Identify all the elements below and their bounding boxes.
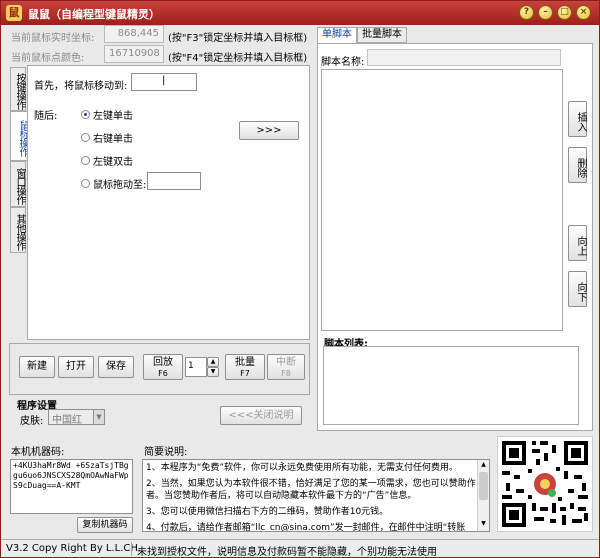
title-bar[interactable]: 鼠 鼠鼠（自编程型键鼠精灵） ? – □ ×: [1, 1, 599, 25]
version-text: V3.2 Copy Right By L.L.CH.: [6, 543, 141, 554]
tab-other-ops[interactable]: 其他操作: [10, 207, 26, 253]
move-to-label: 首先，将鼠标移动到:: [34, 81, 128, 92]
drag-target-input[interactable]: [147, 172, 201, 190]
replay-label: 回放: [153, 357, 173, 368]
skin-value: 中国红: [52, 415, 82, 426]
stop-key: F8: [281, 369, 291, 378]
radio-drag-to[interactable]: 鼠标拖动至:: [81, 176, 146, 191]
delete-button[interactable]: 删除: [568, 147, 587, 183]
save-button[interactable]: 保存: [98, 356, 134, 378]
maximize-icon[interactable]: □: [557, 5, 572, 20]
insert-action-button[interactable]: >>>: [239, 121, 299, 140]
script-name-input[interactable]: [367, 49, 561, 66]
mouse-ops-panel: [27, 65, 310, 340]
radio-unchecked-icon: [81, 156, 90, 165]
scroll-up-icon[interactable]: ▲: [479, 461, 488, 470]
replay-button[interactable]: 回放 F6: [143, 354, 183, 380]
insert-button[interactable]: 插入: [568, 101, 587, 137]
window-title: 鼠鼠（自编程型键鼠精灵）: [28, 8, 160, 21]
radio-checked-icon: [81, 110, 90, 119]
brief-line: 2、当然，如果您认为本软件很不错，恰好满足了您的某一项需求，您也可以赞助作者。当…: [146, 479, 476, 501]
main-window: 鼠 鼠鼠（自编程型键鼠精灵） ? – □ × 当前鼠标实时坐标: 868,445…: [0, 0, 600, 558]
radio-double-click[interactable]: 左键双击: [81, 153, 133, 168]
scroll-thumb[interactable]: [479, 472, 488, 500]
brief-label: 简要说明:: [144, 447, 188, 458]
spin-up-icon[interactable]: ▲: [207, 357, 219, 367]
tab-single-script[interactable]: 单脚本: [317, 27, 357, 44]
stop-button[interactable]: 中断 F8: [267, 354, 305, 380]
license-status-text: 未找到授权文件，说明信息及付款码暂不能隐藏，个别功能无法使用: [137, 547, 437, 558]
color-label: 当前鼠标点颜色:: [11, 53, 85, 64]
batch-key: F7: [240, 369, 250, 378]
tab-mouse-ops[interactable]: 鼠标操作: [10, 111, 28, 161]
radio-right-click[interactable]: 右键单击: [81, 130, 133, 145]
help-icon[interactable]: ?: [519, 5, 534, 20]
brief-line: 4、付款后，请给作者邮箱“llc_cn@sina.com”发一封邮件，在邮件中注…: [146, 523, 466, 532]
minimize-icon[interactable]: –: [538, 5, 553, 20]
scroll-down-icon[interactable]: ▼: [479, 520, 488, 529]
repeat-count-input[interactable]: 1: [185, 357, 207, 377]
radio-left-click[interactable]: 左键单击: [81, 107, 133, 122]
spin-down-icon[interactable]: ▼: [207, 367, 219, 377]
color-readout: 16710908: [104, 45, 164, 63]
radio-unchecked-icon: [81, 133, 90, 142]
wechat-qr-code: [497, 436, 593, 532]
replay-key: F6: [158, 369, 168, 378]
brief-scrollbar[interactable]: ▲ ▼: [477, 460, 489, 531]
batch-label: 批量: [235, 357, 255, 368]
machine-code-box[interactable]: +4KU3haMr8Wd +6SzaTsjTBggu6uo6JNSCXS28Qm…: [10, 459, 133, 514]
close-icon[interactable]: ×: [576, 5, 591, 20]
status-divider: [131, 542, 132, 556]
then-label: 随后:: [34, 111, 58, 122]
brief-line: 1、本程序为“免费”软件，你可以永远免费使用所有功能，无需支付任何费用。: [146, 463, 459, 473]
tab-key-ops[interactable]: 按键操作: [10, 67, 26, 111]
mouse-app-icon: 鼠: [6, 5, 22, 21]
chevron-down-icon: ▼: [93, 410, 104, 424]
qr-code-icon: [498, 437, 592, 531]
brief-description: 1、本程序为“免费”软件，你可以永远免费使用所有功能，无需支付任何费用。 2、当…: [142, 459, 490, 532]
coord-readout: 868,445: [104, 25, 164, 43]
skin-select[interactable]: 中国红 ▼: [48, 409, 105, 426]
move-up-button[interactable]: 向上: [568, 225, 587, 261]
script-list[interactable]: [323, 346, 579, 425]
tab-batch-script[interactable]: 批量脚本: [357, 27, 407, 43]
color-hint: (按"F4"锁定坐标并填入目标框): [168, 53, 308, 64]
script-name-label: 脚本名称:: [321, 57, 365, 68]
stop-label: 中断: [276, 357, 296, 368]
status-bar: V3.2 Copy Right By L.L.CH. 未找到授权文件，说明信息及…: [1, 539, 599, 558]
coord-hint: (按"F3"锁定坐标并填入目标框): [168, 33, 308, 44]
move-down-button[interactable]: 向下: [568, 271, 587, 307]
brief-line: 3、您可以使用微信扫描右下方的二维码，赞助作者10元钱。: [146, 507, 389, 517]
batch-button[interactable]: 批量 F7: [225, 354, 265, 380]
move-target-input[interactable]: |: [131, 73, 197, 91]
skin-label: 皮肤:: [20, 416, 44, 427]
coord-label: 当前鼠标实时坐标:: [11, 33, 95, 44]
close-help-button[interactable]: <<<关闭说明: [220, 406, 302, 425]
copy-machine-code-button[interactable]: 复制机器码: [77, 517, 133, 533]
new-button[interactable]: 新建: [19, 356, 55, 378]
script-editor[interactable]: [321, 69, 563, 331]
tab-window-ops[interactable]: 窗口操作: [10, 161, 26, 207]
machine-code-label: 本机机器码:: [11, 447, 65, 458]
radio-unchecked-icon: [81, 179, 90, 188]
open-button[interactable]: 打开: [58, 356, 94, 378]
